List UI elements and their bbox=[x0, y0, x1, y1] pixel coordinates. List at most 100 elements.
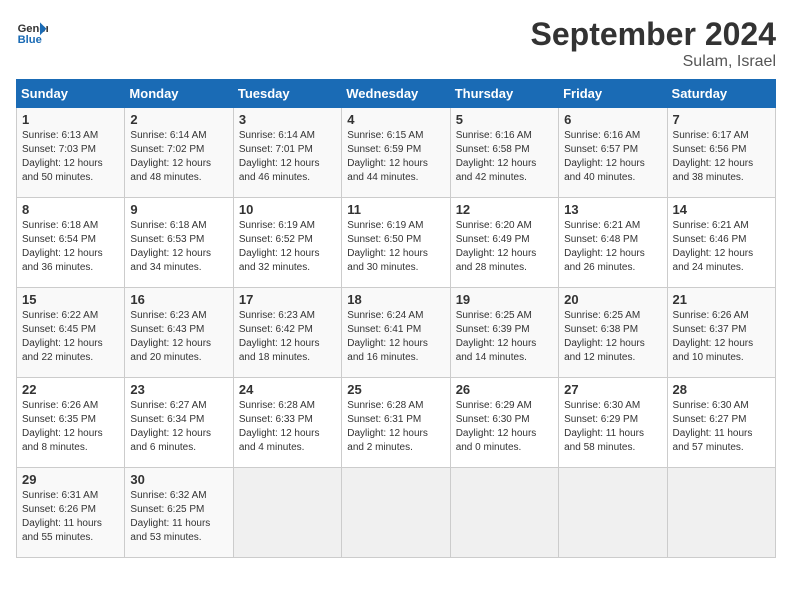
day-info: Sunrise: 6:21 AM Sunset: 6:48 PM Dayligh… bbox=[564, 219, 661, 275]
day-info: Sunrise: 6:28 AM Sunset: 6:31 PM Dayligh… bbox=[347, 399, 444, 455]
calendar-cell: 21 Sunrise: 6:26 AM Sunset: 6:37 PM Dayli… bbox=[667, 288, 775, 378]
day-number: 5 bbox=[456, 112, 553, 127]
calendar-cell: 17 Sunrise: 6:23 AM Sunset: 6:42 PM Dayli… bbox=[233, 288, 341, 378]
day-number: 8 bbox=[22, 202, 119, 217]
calendar-cell: 3 Sunrise: 6:14 AM Sunset: 7:01 PM Daylig… bbox=[233, 108, 341, 198]
calendar-cell: 7Sunrise: 6:17 AM Sunset: 6:56 PM Daylig… bbox=[667, 108, 775, 198]
day-number: 28 bbox=[673, 382, 770, 397]
day-info: Sunrise: 6:25 AM Sunset: 6:39 PM Dayligh… bbox=[456, 309, 553, 365]
calendar-cell bbox=[342, 468, 450, 558]
day-number: 3 bbox=[239, 112, 336, 127]
day-info: Sunrise: 6:31 AM Sunset: 6:26 PM Dayligh… bbox=[22, 489, 119, 545]
calendar-cell: 15 Sunrise: 6:22 AM Sunset: 6:45 PM Dayli… bbox=[17, 288, 125, 378]
day-number: 19 bbox=[456, 292, 553, 307]
day-header-wednesday: Wednesday bbox=[342, 80, 450, 108]
calendar-cell: 2 Sunrise: 6:14 AM Sunset: 7:02 PM Daylig… bbox=[125, 108, 233, 198]
day-info: Sunrise: 6:29 AM Sunset: 6:30 PM Dayligh… bbox=[456, 399, 553, 455]
calendar-cell bbox=[559, 468, 667, 558]
logo-icon: General Blue bbox=[16, 16, 48, 48]
day-info: Sunrise: 6:15 AM Sunset: 6:59 PM Dayligh… bbox=[347, 129, 444, 185]
calendar-week-4: 22 Sunrise: 6:26 AM Sunset: 6:35 PM Dayli… bbox=[17, 378, 776, 468]
calendar-cell bbox=[667, 468, 775, 558]
calendar-week-1: 1 Sunrise: 6:13 AM Sunset: 7:03 PM Daylig… bbox=[17, 108, 776, 198]
day-number: 26 bbox=[456, 382, 553, 397]
day-number: 7 bbox=[673, 112, 770, 127]
header: General Blue September 2024 Sulam, Israe… bbox=[16, 16, 776, 71]
day-number: 17 bbox=[239, 292, 336, 307]
day-number: 23 bbox=[130, 382, 227, 397]
day-number: 21 bbox=[673, 292, 770, 307]
calendar-cell: 13 Sunrise: 6:21 AM Sunset: 6:48 PM Dayli… bbox=[559, 198, 667, 288]
day-number: 10 bbox=[239, 202, 336, 217]
calendar-cell: 10 Sunrise: 6:19 AM Sunset: 6:52 PM Dayli… bbox=[233, 198, 341, 288]
day-info: Sunrise: 6:26 AM Sunset: 6:37 PM Dayligh… bbox=[673, 309, 770, 365]
month-title: September 2024 bbox=[531, 16, 776, 53]
day-number: 20 bbox=[564, 292, 661, 307]
day-info: Sunrise: 6:14 AM Sunset: 7:02 PM Dayligh… bbox=[130, 129, 227, 185]
calendar-cell: 19 Sunrise: 6:25 AM Sunset: 6:39 PM Dayli… bbox=[450, 288, 558, 378]
day-number: 9 bbox=[130, 202, 227, 217]
day-number: 1 bbox=[22, 112, 119, 127]
calendar-week-5: 29 Sunrise: 6:31 AM Sunset: 6:26 PM Dayli… bbox=[17, 468, 776, 558]
day-number: 11 bbox=[347, 202, 444, 217]
location-title: Sulam, Israel bbox=[531, 53, 776, 71]
day-number: 29 bbox=[22, 472, 119, 487]
day-info: Sunrise: 6:16 AM Sunset: 6:58 PM Dayligh… bbox=[456, 129, 553, 185]
day-info: Sunrise: 6:16 AM Sunset: 6:57 PM Dayligh… bbox=[564, 129, 661, 185]
calendar-cell: 12 Sunrise: 6:20 AM Sunset: 6:49 PM Dayli… bbox=[450, 198, 558, 288]
day-number: 22 bbox=[22, 382, 119, 397]
day-info: Sunrise: 6:27 AM Sunset: 6:34 PM Dayligh… bbox=[130, 399, 227, 455]
day-number: 12 bbox=[456, 202, 553, 217]
day-number: 27 bbox=[564, 382, 661, 397]
day-number: 16 bbox=[130, 292, 227, 307]
day-number: 24 bbox=[239, 382, 336, 397]
calendar-cell: 6Sunrise: 6:16 AM Sunset: 6:57 PM Daylig… bbox=[559, 108, 667, 198]
calendar-cell: 27 Sunrise: 6:30 AM Sunset: 6:29 PM Dayli… bbox=[559, 378, 667, 468]
logo: General Blue bbox=[16, 16, 48, 48]
day-header-saturday: Saturday bbox=[667, 80, 775, 108]
calendar-cell bbox=[450, 468, 558, 558]
calendar-cell: 30 Sunrise: 6:32 AM Sunset: 6:25 PM Dayli… bbox=[125, 468, 233, 558]
day-info: Sunrise: 6:18 AM Sunset: 6:53 PM Dayligh… bbox=[130, 219, 227, 275]
calendar-cell: 29 Sunrise: 6:31 AM Sunset: 6:26 PM Dayli… bbox=[17, 468, 125, 558]
calendar-week-2: 8Sunrise: 6:18 AM Sunset: 6:54 PM Daylig… bbox=[17, 198, 776, 288]
calendar-cell: 24 Sunrise: 6:28 AM Sunset: 6:33 PM Dayli… bbox=[233, 378, 341, 468]
calendar-cell: 22 Sunrise: 6:26 AM Sunset: 6:35 PM Dayli… bbox=[17, 378, 125, 468]
day-number: 30 bbox=[130, 472, 227, 487]
day-header-friday: Friday bbox=[559, 80, 667, 108]
day-info: Sunrise: 6:19 AM Sunset: 6:50 PM Dayligh… bbox=[347, 219, 444, 275]
calendar-cell: 20 Sunrise: 6:25 AM Sunset: 6:38 PM Dayli… bbox=[559, 288, 667, 378]
day-info: Sunrise: 6:19 AM Sunset: 6:52 PM Dayligh… bbox=[239, 219, 336, 275]
calendar-cell: 1 Sunrise: 6:13 AM Sunset: 7:03 PM Daylig… bbox=[17, 108, 125, 198]
day-number: 4 bbox=[347, 112, 444, 127]
day-number: 25 bbox=[347, 382, 444, 397]
day-info: Sunrise: 6:30 AM Sunset: 6:29 PM Dayligh… bbox=[564, 399, 661, 455]
day-info: Sunrise: 6:32 AM Sunset: 6:25 PM Dayligh… bbox=[130, 489, 227, 545]
title-area: September 2024 Sulam, Israel bbox=[531, 16, 776, 71]
svg-text:Blue: Blue bbox=[18, 34, 42, 46]
day-info: Sunrise: 6:13 AM Sunset: 7:03 PM Dayligh… bbox=[22, 129, 119, 185]
day-number: 15 bbox=[22, 292, 119, 307]
day-header-thursday: Thursday bbox=[450, 80, 558, 108]
calendar-cell: 18Sunrise: 6:24 AM Sunset: 6:41 PM Dayli… bbox=[342, 288, 450, 378]
calendar-cell: 4 Sunrise: 6:15 AM Sunset: 6:59 PM Daylig… bbox=[342, 108, 450, 198]
day-info: Sunrise: 6:28 AM Sunset: 6:33 PM Dayligh… bbox=[239, 399, 336, 455]
day-info: Sunrise: 6:30 AM Sunset: 6:27 PM Dayligh… bbox=[673, 399, 770, 455]
day-info: Sunrise: 6:26 AM Sunset: 6:35 PM Dayligh… bbox=[22, 399, 119, 455]
calendar-table: SundayMondayTuesdayWednesdayThursdayFrid… bbox=[16, 79, 776, 558]
calendar-week-3: 15 Sunrise: 6:22 AM Sunset: 6:45 PM Dayli… bbox=[17, 288, 776, 378]
day-info: Sunrise: 6:20 AM Sunset: 6:49 PM Dayligh… bbox=[456, 219, 553, 275]
calendar-cell bbox=[233, 468, 341, 558]
day-info: Sunrise: 6:25 AM Sunset: 6:38 PM Dayligh… bbox=[564, 309, 661, 365]
day-info: Sunrise: 6:14 AM Sunset: 7:01 PM Dayligh… bbox=[239, 129, 336, 185]
day-number: 18 bbox=[347, 292, 444, 307]
calendar-cell: 23 Sunrise: 6:27 AM Sunset: 6:34 PM Dayli… bbox=[125, 378, 233, 468]
day-info: Sunrise: 6:22 AM Sunset: 6:45 PM Dayligh… bbox=[22, 309, 119, 365]
calendar-cell: 11 Sunrise: 6:19 AM Sunset: 6:50 PM Dayli… bbox=[342, 198, 450, 288]
day-info: Sunrise: 6:23 AM Sunset: 6:42 PM Dayligh… bbox=[239, 309, 336, 365]
day-number: 2 bbox=[130, 112, 227, 127]
header-row: SundayMondayTuesdayWednesdayThursdayFrid… bbox=[17, 80, 776, 108]
calendar-cell: 5 Sunrise: 6:16 AM Sunset: 6:58 PM Daylig… bbox=[450, 108, 558, 198]
day-number: 13 bbox=[564, 202, 661, 217]
day-header-sunday: Sunday bbox=[17, 80, 125, 108]
